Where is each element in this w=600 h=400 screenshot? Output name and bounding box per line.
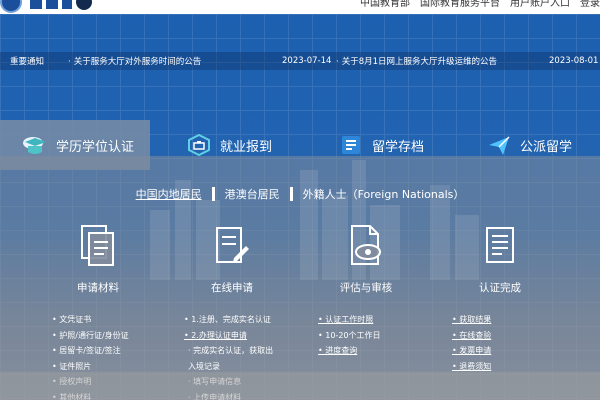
tab-label: 学历学位认证 <box>56 139 135 155</box>
notice-item-text[interactable]: 关于服务大厅对外服务时间的公告 <box>74 57 202 67</box>
list-item: • 1.注册、完成实名认证 <box>184 315 271 324</box>
top-header: 中国教育部 国际教育服务平台 用户账户入口 登录 <box>0 0 600 14</box>
archive-icon <box>342 136 360 154</box>
list-item: · 完成实名认证，获取出 <box>188 346 274 355</box>
review-icon <box>351 225 381 265</box>
step-review[interactable]: 评估与审核 <box>306 224 426 295</box>
tab-label: 留学存档 <box>372 139 425 155</box>
review-list: • 认证工作时限 • 10-20个工作日 • 进度查询 <box>318 312 381 359</box>
complete-list: • 获取结果 • 在线查验 • 发票申请 • 退费须知 <box>452 312 491 374</box>
notice-item-date: 2023-07-14 <box>282 56 332 66</box>
step-label: 认证完成 <box>479 282 521 294</box>
step-label: 申请材料 <box>77 282 119 294</box>
airplane-icon <box>489 136 510 155</box>
list-item-link[interactable]: • 进度查询 <box>318 343 381 359</box>
top-nav-item[interactable]: 国际教育服务平台 <box>420 0 500 9</box>
citizenship-option-mainland[interactable]: 中国内地居民 <box>136 186 202 202</box>
top-nav-item[interactable]: 用户账户入口 <box>510 0 570 9</box>
list-item: • 10-20个工作日 <box>318 330 381 340</box>
list-item: • 文凭证书 <box>52 315 92 324</box>
top-nav-item[interactable]: 登录 <box>580 0 600 9</box>
citizenship-option-hk-macao-taiwan[interactable]: 港澳台居民 <box>225 186 280 202</box>
list-item-link[interactable]: • 发票申请 <box>452 343 491 359</box>
top-nav-item[interactable]: 中国教育部 <box>360 0 410 9</box>
divider <box>289 187 293 201</box>
notice-item[interactable]: · 关于服务大厅对外服务时间的公告 <box>68 55 201 67</box>
list-item-link[interactable]: • 认证工作时限 <box>318 312 381 328</box>
certificate-icon <box>486 227 514 263</box>
notice-bar: 重要通知 · 关于服务大厅对外服务时间的公告 2023-07-14 · 关于8月1日… <box>0 52 600 70</box>
emblem-icon <box>0 0 22 13</box>
step-materials[interactable]: 申请材料 <box>38 224 158 295</box>
notice-tag: 重要通知 <box>10 57 45 67</box>
list-item: • 护照/通行证/身份证 <box>52 330 129 340</box>
logo-wordmark-icon <box>30 0 92 10</box>
list-item-link[interactable]: • 在线查验 <box>452 328 491 344</box>
step-label: 在线申请 <box>211 282 253 294</box>
bottom-strip <box>0 372 600 400</box>
content-panel: 中国内地居民 港澳台居民 外籍人士（Foreign Nationals） 申请材… <box>0 156 600 400</box>
citizenship-option-foreign[interactable]: 外籍人士（Foreign Nationals） <box>303 186 465 202</box>
tab-label: 就业报到 <box>220 139 273 155</box>
tab-label: 公派留学 <box>520 139 573 155</box>
site-logo[interactable] <box>0 0 98 14</box>
step-label: 评估与审核 <box>339 282 393 294</box>
step-complete[interactable]: 认证完成 <box>440 224 560 295</box>
top-nav: 中国教育部 国际教育服务平台 用户账户入口 登录 <box>360 0 600 9</box>
list-item-link[interactable]: • 获取结果 <box>452 312 491 328</box>
list-item: • 居留卡/签证/签注 <box>52 346 121 355</box>
citizenship-selector: 中国内地居民 港澳台居民 外籍人士（Foreign Nationals） <box>0 186 600 202</box>
step-online-apply[interactable]: 在线申请 <box>172 224 292 295</box>
documents-icon <box>81 225 114 266</box>
graduation-cap-icon <box>23 137 46 154</box>
list-item-link[interactable]: • 2.办理认证申请 <box>184 328 273 344</box>
notice-item[interactable]: · 关于8月1日网上服务大厅升级运维的公告 <box>336 55 497 67</box>
notice-item-date: 2023-08-01 <box>549 56 599 66</box>
briefcase-icon <box>188 133 210 157</box>
notice-item-text[interactable]: 关于8月1日网上服务大厅升级运维的公告 <box>342 57 497 67</box>
edit-form-icon <box>216 227 249 263</box>
divider <box>211 187 215 201</box>
